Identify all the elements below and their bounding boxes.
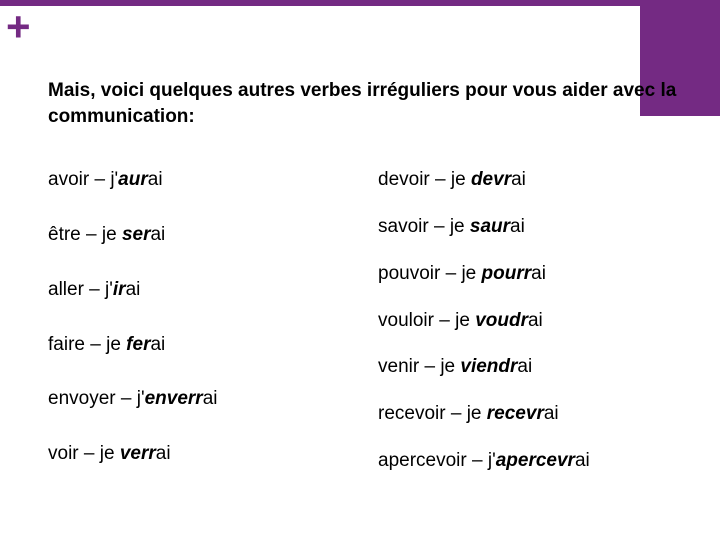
infinitive: avoir –	[48, 169, 110, 190]
verb-line: savoir – je saurai	[378, 216, 690, 239]
verb-line: voir – je verrai	[48, 443, 358, 466]
pronoun-prefix: j'	[488, 450, 496, 471]
verb-stem: aur	[118, 169, 148, 190]
verb-stem: apercevr	[496, 450, 575, 471]
verb-ending: ai	[203, 388, 218, 409]
verb-stem: verr	[120, 443, 156, 464]
verb-ending: ai	[510, 216, 525, 237]
verb-line: envoyer – j'enverrai	[48, 388, 358, 411]
verb-line: apercevoir – j'apercevrai	[378, 450, 690, 473]
infinitive: faire –	[48, 334, 106, 355]
pronoun-prefix: je	[106, 334, 126, 355]
verb-stem: ser	[122, 224, 151, 245]
verb-line: devoir – je devrai	[378, 169, 690, 192]
verb-stem: pourr	[482, 263, 532, 284]
right-verb-column: devoir – je devraisavoir – je sauraipouv…	[378, 169, 690, 498]
infinitive: pouvoir –	[378, 263, 461, 284]
verb-stem: saur	[470, 216, 510, 237]
verb-ending: ai	[148, 169, 163, 190]
top-accent-bar	[0, 0, 720, 6]
verb-line: vouloir – je voudrai	[378, 310, 690, 333]
verb-ending: ai	[150, 224, 165, 245]
infinitive: savoir –	[378, 216, 450, 237]
verb-line: venir – je viendrai	[378, 356, 690, 379]
verb-stem: voudr	[475, 310, 528, 331]
verb-stem: viendr	[460, 356, 517, 377]
infinitive: devoir –	[378, 169, 451, 190]
infinitive: venir –	[378, 356, 440, 377]
verb-stem: enverr	[145, 388, 203, 409]
verb-line: recevoir – je recevrai	[378, 403, 690, 426]
pronoun-prefix: je	[455, 310, 475, 331]
pronoun-prefix: je	[467, 403, 487, 424]
verb-columns: avoir – j'auraiêtre – je seraialler – j'…	[48, 169, 690, 498]
infinitive: envoyer –	[48, 388, 137, 409]
verb-stem: recevr	[487, 403, 544, 424]
verb-ending: ai	[150, 334, 165, 355]
pronoun-prefix: je	[450, 216, 470, 237]
verb-ending: ai	[575, 450, 590, 471]
verb-ending: ai	[517, 356, 532, 377]
left-verb-column: avoir – j'auraiêtre – je seraialler – j'…	[48, 169, 358, 498]
verb-line: avoir – j'aurai	[48, 169, 358, 192]
pronoun-prefix: je	[440, 356, 460, 377]
infinitive: apercevoir –	[378, 450, 488, 471]
verb-line: aller – j'irai	[48, 279, 358, 302]
verb-line: pouvoir – je pourrai	[378, 263, 690, 286]
pronoun-prefix: j'	[137, 388, 145, 409]
verb-ending: ai	[528, 310, 543, 331]
verb-ending: ai	[531, 263, 546, 284]
verb-stem: fer	[126, 334, 150, 355]
verb-ending: ai	[156, 443, 171, 464]
verb-ending: ai	[511, 169, 526, 190]
verb-stem: ir	[113, 279, 126, 300]
slide-heading: Mais, voici quelques autres verbes irrég…	[48, 78, 690, 129]
verb-stem: devr	[471, 169, 511, 190]
infinitive: recevoir –	[378, 403, 467, 424]
infinitive: vouloir –	[378, 310, 455, 331]
pronoun-prefix: j'	[110, 169, 118, 190]
infinitive: aller –	[48, 279, 105, 300]
pronoun-prefix: je	[102, 224, 122, 245]
pronoun-prefix: je	[100, 443, 120, 464]
verb-line: être – je serai	[48, 224, 358, 247]
infinitive: être –	[48, 224, 102, 245]
pronoun-prefix: je	[451, 169, 471, 190]
verb-ending: ai	[544, 403, 559, 424]
pronoun-prefix: j'	[105, 279, 113, 300]
slide-content: Mais, voici quelques autres verbes irrég…	[48, 78, 690, 498]
pronoun-prefix: je	[461, 263, 481, 284]
verb-ending: ai	[126, 279, 141, 300]
verb-line: faire – je ferai	[48, 334, 358, 357]
plus-icon: +	[6, 6, 31, 48]
infinitive: voir –	[48, 443, 100, 464]
